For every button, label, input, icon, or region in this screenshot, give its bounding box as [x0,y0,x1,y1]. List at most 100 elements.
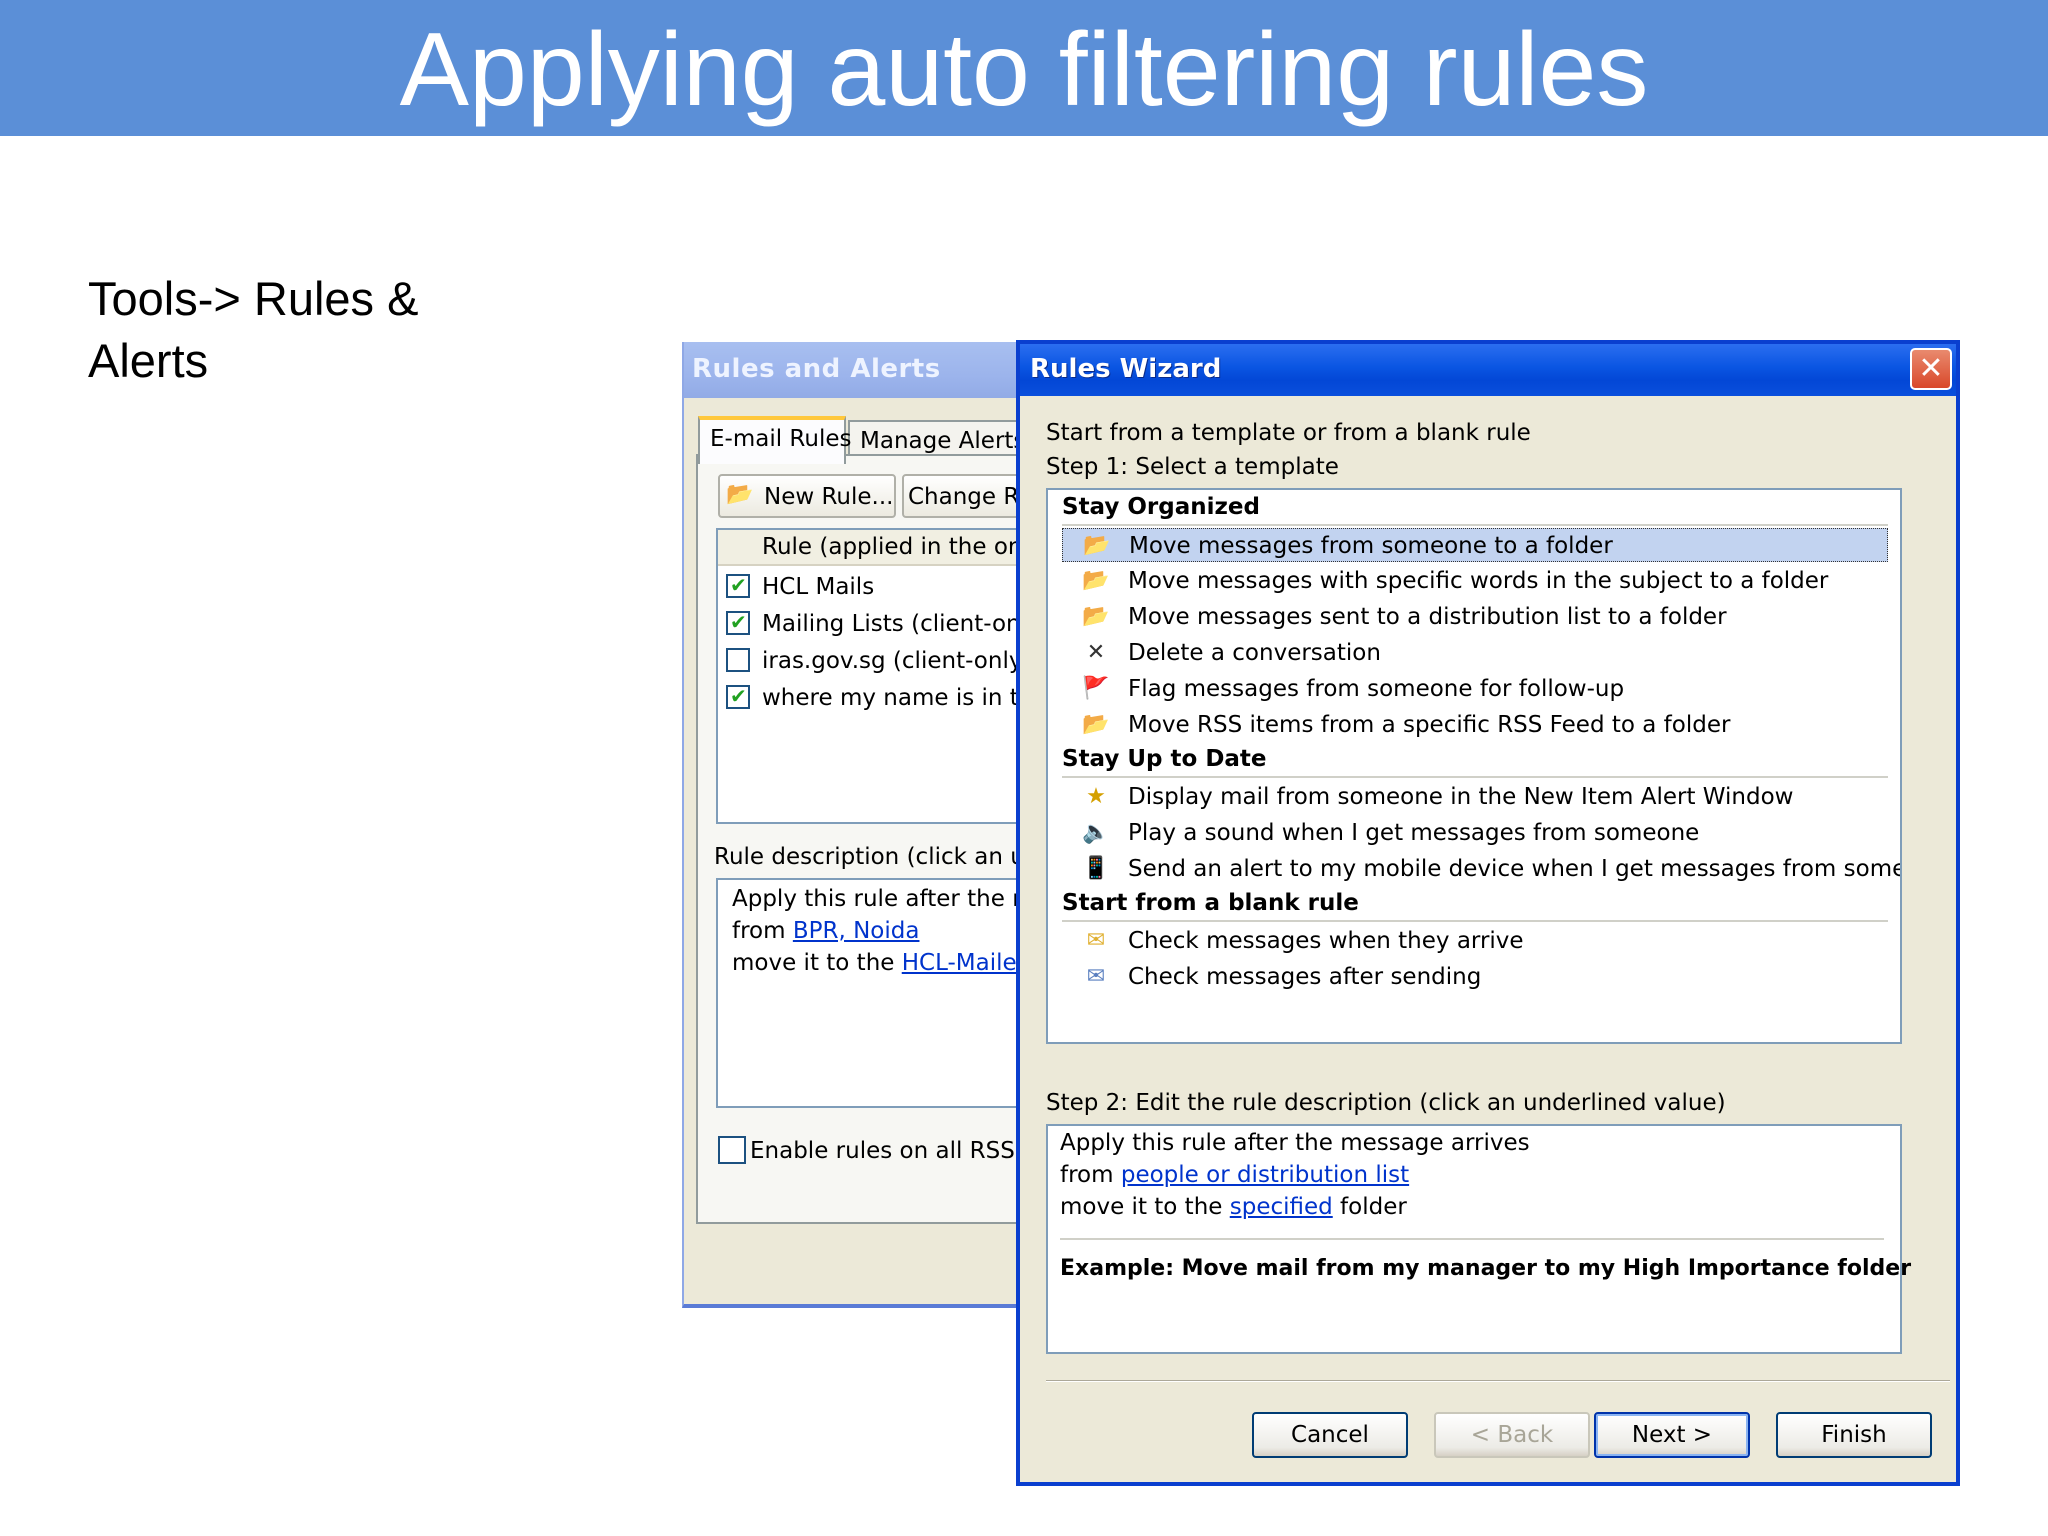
template-item-label: Send an alert to my mobile device when I… [1128,856,1902,882]
wizard-description-move-text: move it to the [1060,1194,1230,1220]
red-flag-icon: 🚩 [1082,676,1110,701]
change-rule-label: Change Ru [908,484,1022,510]
rules-wizard-title: Rules Wizard [1030,354,1222,384]
template-section-heading: Start from a blank rule [1062,890,1359,916]
template-item-label: Display mail from someone in the New Ite… [1128,784,1794,810]
rule-description-from-text: from [732,918,793,944]
wizard-intro-text: Start from a template or from a blank ru… [1046,420,1531,446]
wizard-description-line2: from people or distribution list [1060,1162,1409,1188]
template-section-heading: Stay Organized [1062,494,1260,520]
cancel-button[interactable]: Cancel [1252,1412,1408,1458]
rules-wizard-dialog: Rules Wizard ✕ Start from a template or … [1016,340,1960,1486]
rule-description-line2: from BPR, Noida [732,918,919,944]
people-or-distribution-list-link[interactable]: people or distribution list [1121,1162,1409,1188]
move-folder-icon: 📂 [1082,712,1110,737]
template-item[interactable]: 📂 Move messages sent to a distribution li… [1062,600,1888,634]
wizard-step1-label: Step 1: Select a template [1046,454,1339,480]
rules-list-column-header: Rule (applied in the orde [762,534,1022,560]
template-item-label: Move RSS items from a specific RSS Feed … [1128,712,1731,738]
new-item-alert-icon: ★ [1086,784,1106,809]
rules-and-alerts-window: Rules and Alerts E-mail Rules Manage Ale… [682,342,1022,1308]
slide-header: Applying auto filtering rules [0,0,2048,136]
rule-checkbox[interactable]: ✔ [726,610,750,635]
checkmark-icon: ✔ [730,610,747,634]
send-envelope-icon: ✉ [1086,964,1106,989]
template-item-label: Flag messages from someone for follow-up [1128,676,1625,702]
section-divider [1062,920,1888,922]
rule-description-folder-link[interactable]: HCL-Mailers [902,950,1022,976]
template-item[interactable]: ✕ Delete a conversation [1062,636,1888,670]
rules-wizard-titlebar[interactable]: Rules Wizard ✕ [1020,344,1956,396]
rule-description-label: Rule description (click an unde [714,844,1022,870]
next-button[interactable]: Next > [1594,1412,1750,1458]
specified-folder-link[interactable]: specified [1230,1194,1333,1220]
rss-rules-checkbox[interactable] [718,1136,746,1164]
template-item[interactable]: ✉ Check messages after sending [1062,960,1888,994]
template-section-heading: Stay Up to Date [1062,746,1267,772]
rule-row[interactable]: iras.gov.sg (client-only) [718,644,1022,678]
rule-name: HCL Mails [762,574,875,600]
rules-list-header: Rule (applied in the orde [718,530,1022,566]
checkmark-icon: ✔ [730,573,747,597]
mobile-phone-icon: 📱 [1082,856,1110,881]
finish-button[interactable]: Finish [1776,1412,1932,1458]
back-button[interactable]: < Back [1434,1412,1590,1458]
section-divider [1062,776,1888,778]
template-item-label: Check messages after sending [1128,964,1482,990]
rule-row[interactable]: ✔ where my name is in the [718,681,1022,715]
template-item[interactable]: ★ Display mail from someone in the New It… [1062,780,1888,814]
template-list[interactable]: Stay Organized 📂 Move messages from someon… [1046,488,1902,1044]
rule-description-from-link[interactable]: BPR, Noida [793,918,920,944]
slide-body-text: Tools-> Rules & Alerts [88,272,419,387]
rules-and-alerts-title: Rules and Alerts [692,354,941,384]
rule-checkbox[interactable] [726,648,750,672]
template-item-label: Delete a conversation [1128,640,1381,666]
rule-description-move-text: move it to the [732,950,902,976]
section-divider [1062,524,1888,526]
rule-checkbox[interactable]: ✔ [726,684,750,709]
new-rule-button[interactable]: 📂 New Rule... [718,474,896,518]
wizard-footer-separator [1046,1380,1950,1382]
rule-name: where my name is in the [762,685,1022,711]
template-item-label: Move messages with specific words in the… [1128,568,1829,594]
wizard-example-text: Example: Move mail from my manager to my… [1060,1256,1912,1281]
rule-description-box: Apply this rule after the mes from BPR, … [716,878,1022,1108]
wizard-description-line1: Apply this rule after the message arrive… [1060,1130,1530,1156]
rules-and-alerts-titlebar: Rules and Alerts [684,342,1022,398]
template-item[interactable]: 🚩 Flag messages from someone for follow-u… [1062,672,1888,706]
checkmark-icon: ✔ [730,684,747,708]
rule-name: Mailing Lists (client-only) [762,611,1022,637]
new-rule-icon: 📂 [726,482,754,507]
template-item[interactable]: 🔈 Play a sound when I get messages from s… [1062,816,1888,850]
template-item[interactable]: 📂 Move RSS items from a specific RSS Feed… [1062,708,1888,742]
template-item[interactable]: 📱 Send an alert to my mobile device when … [1062,852,1900,886]
template-item[interactable]: ✉ Check messages when they arrive [1062,924,1888,958]
template-item-label: Check messages when they arrive [1128,928,1524,954]
rule-name: iras.gov.sg (client-only) [762,648,1022,674]
new-rule-label: New Rule... [764,484,894,510]
speaker-icon: 🔈 [1082,820,1110,845]
wizard-description-from-text: from [1060,1162,1121,1188]
move-folder-icon: 📂 [1082,604,1110,629]
template-item[interactable]: 📂 Move messages with specific words in th… [1062,564,1888,598]
envelope-icon: ✉ [1086,928,1106,953]
rule-description-line3: move it to the HCL-Mailers f [732,950,1022,976]
change-rule-button[interactable]: Change Ru [902,474,1022,518]
rule-checkbox[interactable]: ✔ [726,573,750,598]
rule-row[interactable]: ✔ HCL Mails [718,570,1022,604]
slide-title: Applying auto filtering rules [399,12,1649,128]
close-icon[interactable]: ✕ [1910,348,1952,390]
rule-row[interactable]: ✔ Mailing Lists (client-only) [718,607,1022,641]
move-folder-icon: 📂 [1082,568,1110,593]
description-separator [1060,1238,1884,1240]
template-item-label: Play a sound when I get messages from so… [1128,820,1700,846]
delete-x-icon: ✕ [1086,640,1106,665]
wizard-description-folder-suffix: folder [1332,1194,1407,1220]
move-folder-icon: 📂 [1083,533,1111,558]
template-item-label: Move messages sent to a distribution lis… [1128,604,1727,630]
rss-rules-checkbox-label: Enable rules on all RSS Fe [750,1138,1022,1164]
rules-list[interactable]: Rule (applied in the orde ✔ HCL Mails ✔ Mai… [716,528,1022,824]
template-item[interactable]: 📂 Move messages from someone to a folder [1062,528,1888,562]
template-item-label: Move messages from someone to a folder [1129,533,1613,559]
tab-email-rules[interactable]: E-mail Rules [698,416,851,464]
